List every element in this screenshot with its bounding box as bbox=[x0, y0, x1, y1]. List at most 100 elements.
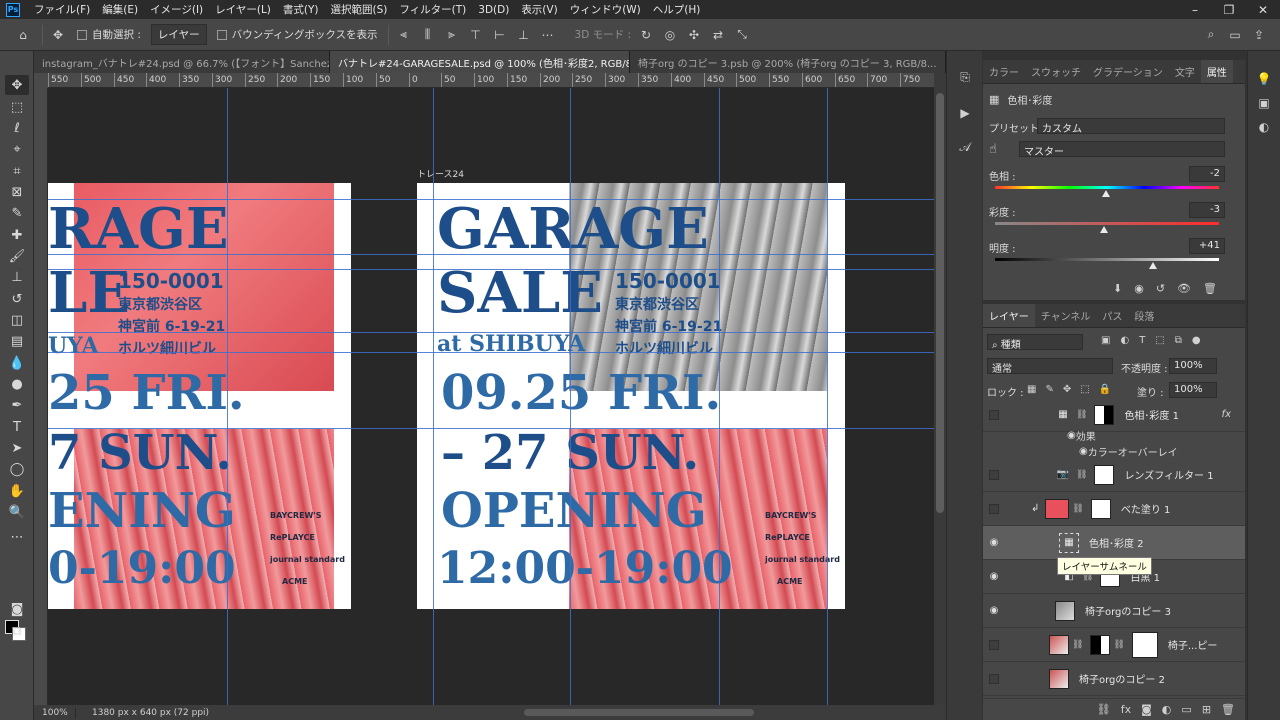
dodge-tool-icon[interactable]: ● bbox=[5, 374, 29, 394]
distribute-icon[interactable]: ⋯ bbox=[539, 26, 557, 44]
visibility-toggle[interactable] bbox=[989, 409, 999, 420]
link-layers-icon[interactable]: ⛓ bbox=[1097, 703, 1111, 716]
layer-mask-thumb[interactable] bbox=[1090, 498, 1111, 519]
auto-select-option[interactable]: 自動選択 : bbox=[77, 27, 141, 42]
layer-name[interactable]: 椅子...ピー bbox=[1168, 637, 1218, 652]
menu-select[interactable]: 選択範囲(S) bbox=[325, 2, 394, 17]
eye-icon[interactable]: ◉ bbox=[983, 605, 1005, 616]
lasso-tool-icon[interactable]: ℓ bbox=[5, 118, 29, 138]
pixel-filter-icon[interactable]: ▣ bbox=[1101, 335, 1110, 346]
tab-channels[interactable]: チャンネル bbox=[1035, 304, 1097, 327]
guide-horizontal[interactable] bbox=[48, 332, 934, 333]
layer-filter-dropdown[interactable]: ⌕ 種類 bbox=[987, 334, 1083, 351]
layer-name[interactable]: べた塗り 1 bbox=[1121, 501, 1171, 516]
guide-vertical[interactable] bbox=[719, 88, 720, 705]
search-icon[interactable]: ⌕ bbox=[1202, 26, 1220, 44]
layer-mask-thumb[interactable] bbox=[1094, 404, 1115, 425]
history-panel-icon[interactable]: ⎘ bbox=[955, 67, 975, 87]
opacity-field[interactable]: 100% bbox=[1169, 358, 1217, 374]
healing-tool-icon[interactable]: ✚ bbox=[5, 225, 29, 245]
tab-paragraph[interactable]: 段落 bbox=[1128, 304, 1160, 327]
gradient-tool-icon[interactable]: ▤ bbox=[5, 331, 29, 351]
guide-horizontal[interactable] bbox=[48, 199, 934, 200]
reset-icon[interactable]: ↺ bbox=[1156, 282, 1165, 295]
eyedropper-tool-icon[interactable]: ✎ bbox=[5, 203, 29, 223]
pan3d-icon[interactable]: ✣ bbox=[685, 26, 703, 44]
fx-icon[interactable]: fx bbox=[1121, 703, 1131, 716]
visibility-toggle[interactable] bbox=[989, 673, 999, 684]
tab-paths[interactable]: パス bbox=[1096, 304, 1128, 327]
saturation-slider[interactable] bbox=[995, 222, 1219, 225]
brush-tool-icon[interactable]: 🖌 bbox=[5, 246, 29, 266]
smart-filter-icon[interactable]: ⧉ bbox=[1175, 335, 1182, 346]
move-tool-icon[interactable]: ✥ bbox=[5, 75, 29, 95]
adjustments-icon[interactable]: ◐ bbox=[1254, 117, 1274, 137]
auto-select-checkbox[interactable] bbox=[77, 29, 87, 40]
pen-tool-icon[interactable]: ✒ bbox=[5, 395, 29, 415]
roll3d-icon[interactable]: ◎ bbox=[661, 26, 679, 44]
tab-swatches[interactable]: スウォッチ bbox=[1025, 60, 1087, 83]
menu-file[interactable]: ファイル(F) bbox=[28, 2, 96, 17]
menu-help[interactable]: ヘルプ(H) bbox=[647, 2, 707, 17]
vertical-scrollbar[interactable] bbox=[934, 73, 946, 705]
crop-tool-icon[interactable]: ⌗ bbox=[5, 161, 29, 181]
new-adjustment-icon[interactable]: ◐ bbox=[1162, 703, 1172, 716]
type-tool-icon[interactable]: T bbox=[5, 417, 29, 437]
channel-dropdown[interactable]: マスター bbox=[1019, 141, 1225, 158]
effect-row[interactable]: ◉ カラーオーバーレイ bbox=[1079, 444, 1178, 459]
menu-image[interactable]: イメージ(I) bbox=[144, 2, 209, 17]
layer-mask-thumb[interactable] bbox=[1131, 631, 1158, 658]
eye-icon[interactable]: ◉ bbox=[1079, 446, 1088, 457]
layer-mask-thumb[interactable] bbox=[1094, 464, 1115, 485]
fill-color-thumb[interactable] bbox=[1045, 498, 1070, 519]
guide-vertical[interactable] bbox=[827, 88, 828, 705]
artboard-left[interactable]: RAGE LE 150-0001 東京都渋谷区 神宮前 6-19-21 ホルツ細… bbox=[48, 183, 351, 609]
move-tool-icon[interactable]: ✥ bbox=[49, 26, 67, 44]
hue-slider[interactable] bbox=[995, 186, 1219, 189]
workspace-icon[interactable]: ▭ bbox=[1226, 26, 1244, 44]
filter-toggle-icon[interactable]: ● bbox=[1192, 335, 1201, 346]
menu-type[interactable]: 書式(Y) bbox=[277, 2, 325, 17]
tab-layers[interactable]: レイヤー bbox=[983, 304, 1035, 327]
fx-icon[interactable]: fx bbox=[1222, 409, 1231, 420]
delete-layer-icon[interactable]: 🗑 bbox=[1221, 703, 1235, 716]
bbox-checkbox[interactable] bbox=[216, 29, 227, 40]
visibility-toggle[interactable] bbox=[989, 639, 999, 650]
share-icon[interactable]: ⇪ bbox=[1250, 26, 1268, 44]
align-right-icon[interactable]: ⫸ bbox=[443, 26, 461, 44]
lock-position-icon[interactable]: ✥ bbox=[1063, 384, 1071, 395]
artboard-main[interactable]: GARAGE SALE 150-0001 東京都渋谷区 神宮前 6-19-21 … bbox=[417, 183, 845, 609]
layer-row-selected[interactable]: ◉ ▦ 色相･彩度 2 bbox=[983, 526, 1245, 560]
scale3d-icon[interactable]: ⤡ bbox=[733, 26, 751, 44]
rotate3d-icon[interactable]: ↻ bbox=[637, 26, 655, 44]
path-select-tool-icon[interactable]: ➤ bbox=[5, 438, 29, 458]
clip-to-layer-icon[interactable]: ⬇ bbox=[1113, 282, 1122, 295]
layer-name[interactable]: 色相･彩度 1 bbox=[1124, 407, 1179, 422]
layer-thumb[interactable] bbox=[1049, 634, 1069, 655]
visibility-toggle[interactable] bbox=[989, 469, 999, 480]
targeted-adjust-icon[interactable]: ☝ bbox=[989, 142, 997, 157]
tab-character[interactable]: 文字 bbox=[1169, 60, 1201, 83]
fill-field[interactable]: 100% bbox=[1169, 382, 1217, 398]
restore-icon[interactable]: ❐ bbox=[1212, 0, 1246, 19]
bbox-option[interactable]: バウンディングボックスを表示 bbox=[216, 27, 378, 42]
blend-mode-dropdown[interactable]: 通常 bbox=[987, 358, 1113, 375]
type-filter-icon[interactable]: T bbox=[1139, 335, 1145, 346]
horizontal-ruler[interactable]: 550 500 450 400 350 300 250 200 150 100 50 0 50 100 15… bbox=[48, 73, 934, 88]
menu-3d[interactable]: 3D(D) bbox=[472, 4, 515, 16]
menu-filter[interactable]: フィルター(T) bbox=[393, 2, 472, 17]
layer-name[interactable]: 椅子orgのコピー 3 bbox=[1085, 603, 1171, 618]
menu-layer[interactable]: レイヤー(L) bbox=[209, 2, 277, 17]
layer-name[interactable]: レンズフィルター 1 bbox=[1124, 467, 1213, 482]
home-icon[interactable]: ⌂ bbox=[14, 26, 32, 44]
minimize-icon[interactable]: – bbox=[1178, 0, 1212, 19]
guide-horizontal[interactable] bbox=[48, 352, 934, 353]
guide-horizontal[interactable] bbox=[48, 254, 934, 255]
lightness-slider-thumb[interactable] bbox=[1149, 262, 1157, 269]
quick-select-tool-icon[interactable]: ⌖ bbox=[5, 139, 29, 159]
lightness-slider[interactable] bbox=[995, 258, 1219, 261]
layer-row[interactable]: ⛓ ⛓ 椅子...ピー bbox=[983, 628, 1245, 662]
align-top-icon[interactable]: ⊤ bbox=[467, 26, 485, 44]
layer-row[interactable]: ▦ ⛓ 色相･彩度 1 fx bbox=[983, 398, 1245, 432]
hue-value[interactable]: -2 bbox=[1189, 166, 1225, 182]
